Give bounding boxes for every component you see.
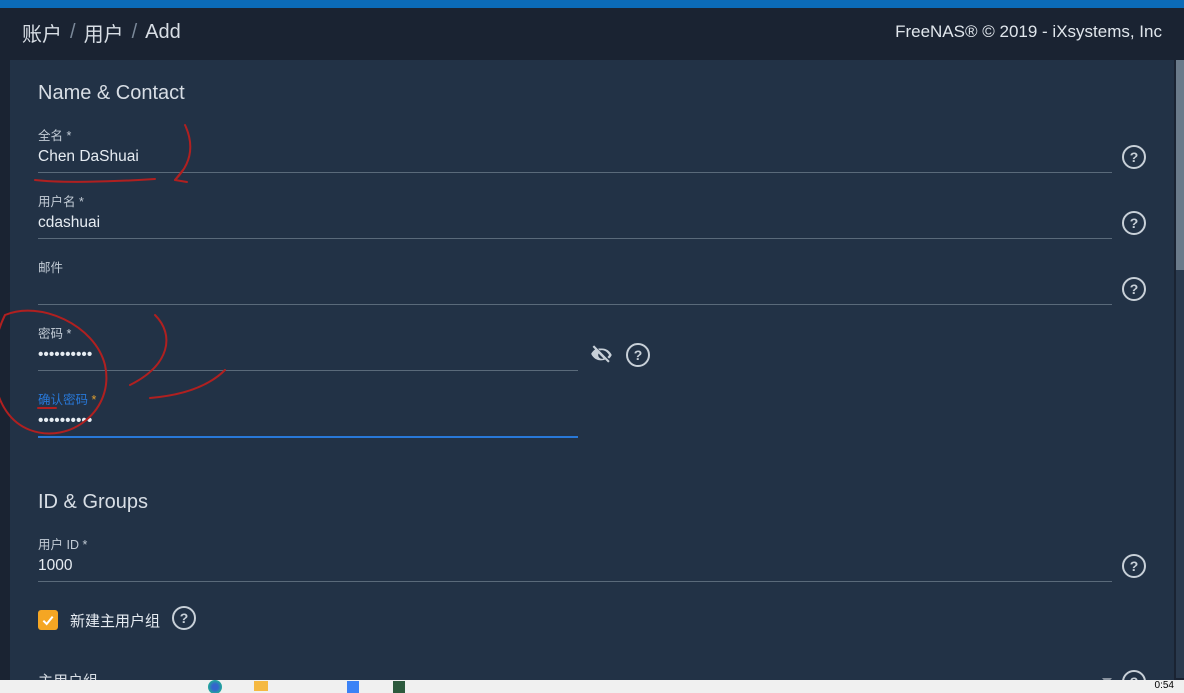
- help-icon[interactable]: ?: [1122, 277, 1146, 301]
- breadcrumb-account[interactable]: 账户: [22, 18, 62, 47]
- fullname-label: 全名 *: [38, 125, 1112, 144]
- email-row: 邮件 ?: [10, 257, 1174, 305]
- username-row: 用户名 * ?: [10, 191, 1174, 239]
- confirm-password-label: 确认密码 *: [38, 389, 578, 408]
- breadcrumb-users[interactable]: 用户: [84, 18, 124, 47]
- taskbar-app-icon[interactable]: [284, 680, 330, 693]
- taskbar-app-icon[interactable]: [376, 680, 422, 693]
- scrollbar-vertical[interactable]: [1176, 60, 1184, 678]
- new-primary-group-label: 新建主用户组: [70, 610, 160, 631]
- password-label: 密码 *: [38, 323, 578, 342]
- confirm-password-input[interactable]: [38, 410, 578, 438]
- breadcrumb-bar: 账户 / 用户 / Add FreeNAS® © 2019 - iXsystem…: [0, 8, 1184, 60]
- taskbar-explorer-icon[interactable]: [238, 680, 284, 693]
- top-strip: [0, 0, 1184, 8]
- password-input[interactable]: [38, 344, 578, 371]
- fullname-row: 全名 * ?: [10, 125, 1174, 173]
- help-icon[interactable]: ?: [1122, 145, 1146, 169]
- form-panel: Name & Contact 全名 * ? 用户名 * ? 邮件 ?: [10, 60, 1174, 680]
- windows-taskbar: 0:54: [0, 680, 1184, 693]
- password-row: 密码 * ?: [10, 323, 1174, 371]
- taskbar-tray: 0:54: [1155, 680, 1184, 691]
- help-icon[interactable]: ?: [1122, 554, 1146, 578]
- scrollbar-thumb[interactable]: [1176, 60, 1184, 270]
- primary-group-label: 主用户组: [38, 670, 98, 680]
- section-id-groups: ID & Groups: [10, 479, 1174, 524]
- fullname-input[interactable]: [38, 146, 1112, 173]
- userid-label: 用户 ID *: [38, 534, 1112, 553]
- breadcrumb-separator: /: [70, 21, 76, 44]
- taskbar-search-icon[interactable]: [100, 680, 146, 693]
- breadcrumb-add[interactable]: Add: [145, 21, 181, 44]
- breadcrumb-separator: /: [132, 21, 138, 44]
- userid-input[interactable]: [38, 555, 1112, 582]
- email-label: 邮件: [38, 257, 1112, 276]
- new-primary-group-row: 新建主用户组 ?: [10, 592, 1174, 648]
- primary-group-row: 主用户组 ?: [10, 670, 1174, 680]
- visibility-off-icon[interactable]: [588, 341, 616, 369]
- new-primary-group-checkbox[interactable]: [38, 610, 58, 630]
- help-icon[interactable]: ?: [1122, 211, 1146, 235]
- help-icon[interactable]: ?: [1122, 670, 1146, 680]
- taskbar-taskview-icon[interactable]: [146, 680, 192, 693]
- section-name-contact: Name & Contact: [10, 60, 1174, 115]
- confirm-password-row: 确认密码 *: [10, 389, 1174, 438]
- taskbar-app-icon[interactable]: [330, 680, 376, 693]
- taskbar-edge-icon[interactable]: [208, 680, 222, 693]
- primary-group-select[interactable]: 主用户组: [38, 670, 1112, 680]
- taskbar-app-icon[interactable]: [422, 680, 468, 693]
- username-label: 用户名 *: [38, 191, 1112, 210]
- help-icon[interactable]: ?: [626, 343, 650, 367]
- userid-row: 用户 ID * ?: [10, 534, 1174, 582]
- email-input[interactable]: [38, 278, 1112, 305]
- taskbar-clock: 0:54: [1155, 680, 1174, 691]
- username-input[interactable]: [38, 212, 1112, 239]
- breadcrumb: 账户 / 用户 / Add: [22, 18, 181, 47]
- help-icon[interactable]: ?: [172, 606, 196, 630]
- copyright-text: FreeNAS® © 2019 - iXsystems, Inc: [895, 22, 1162, 42]
